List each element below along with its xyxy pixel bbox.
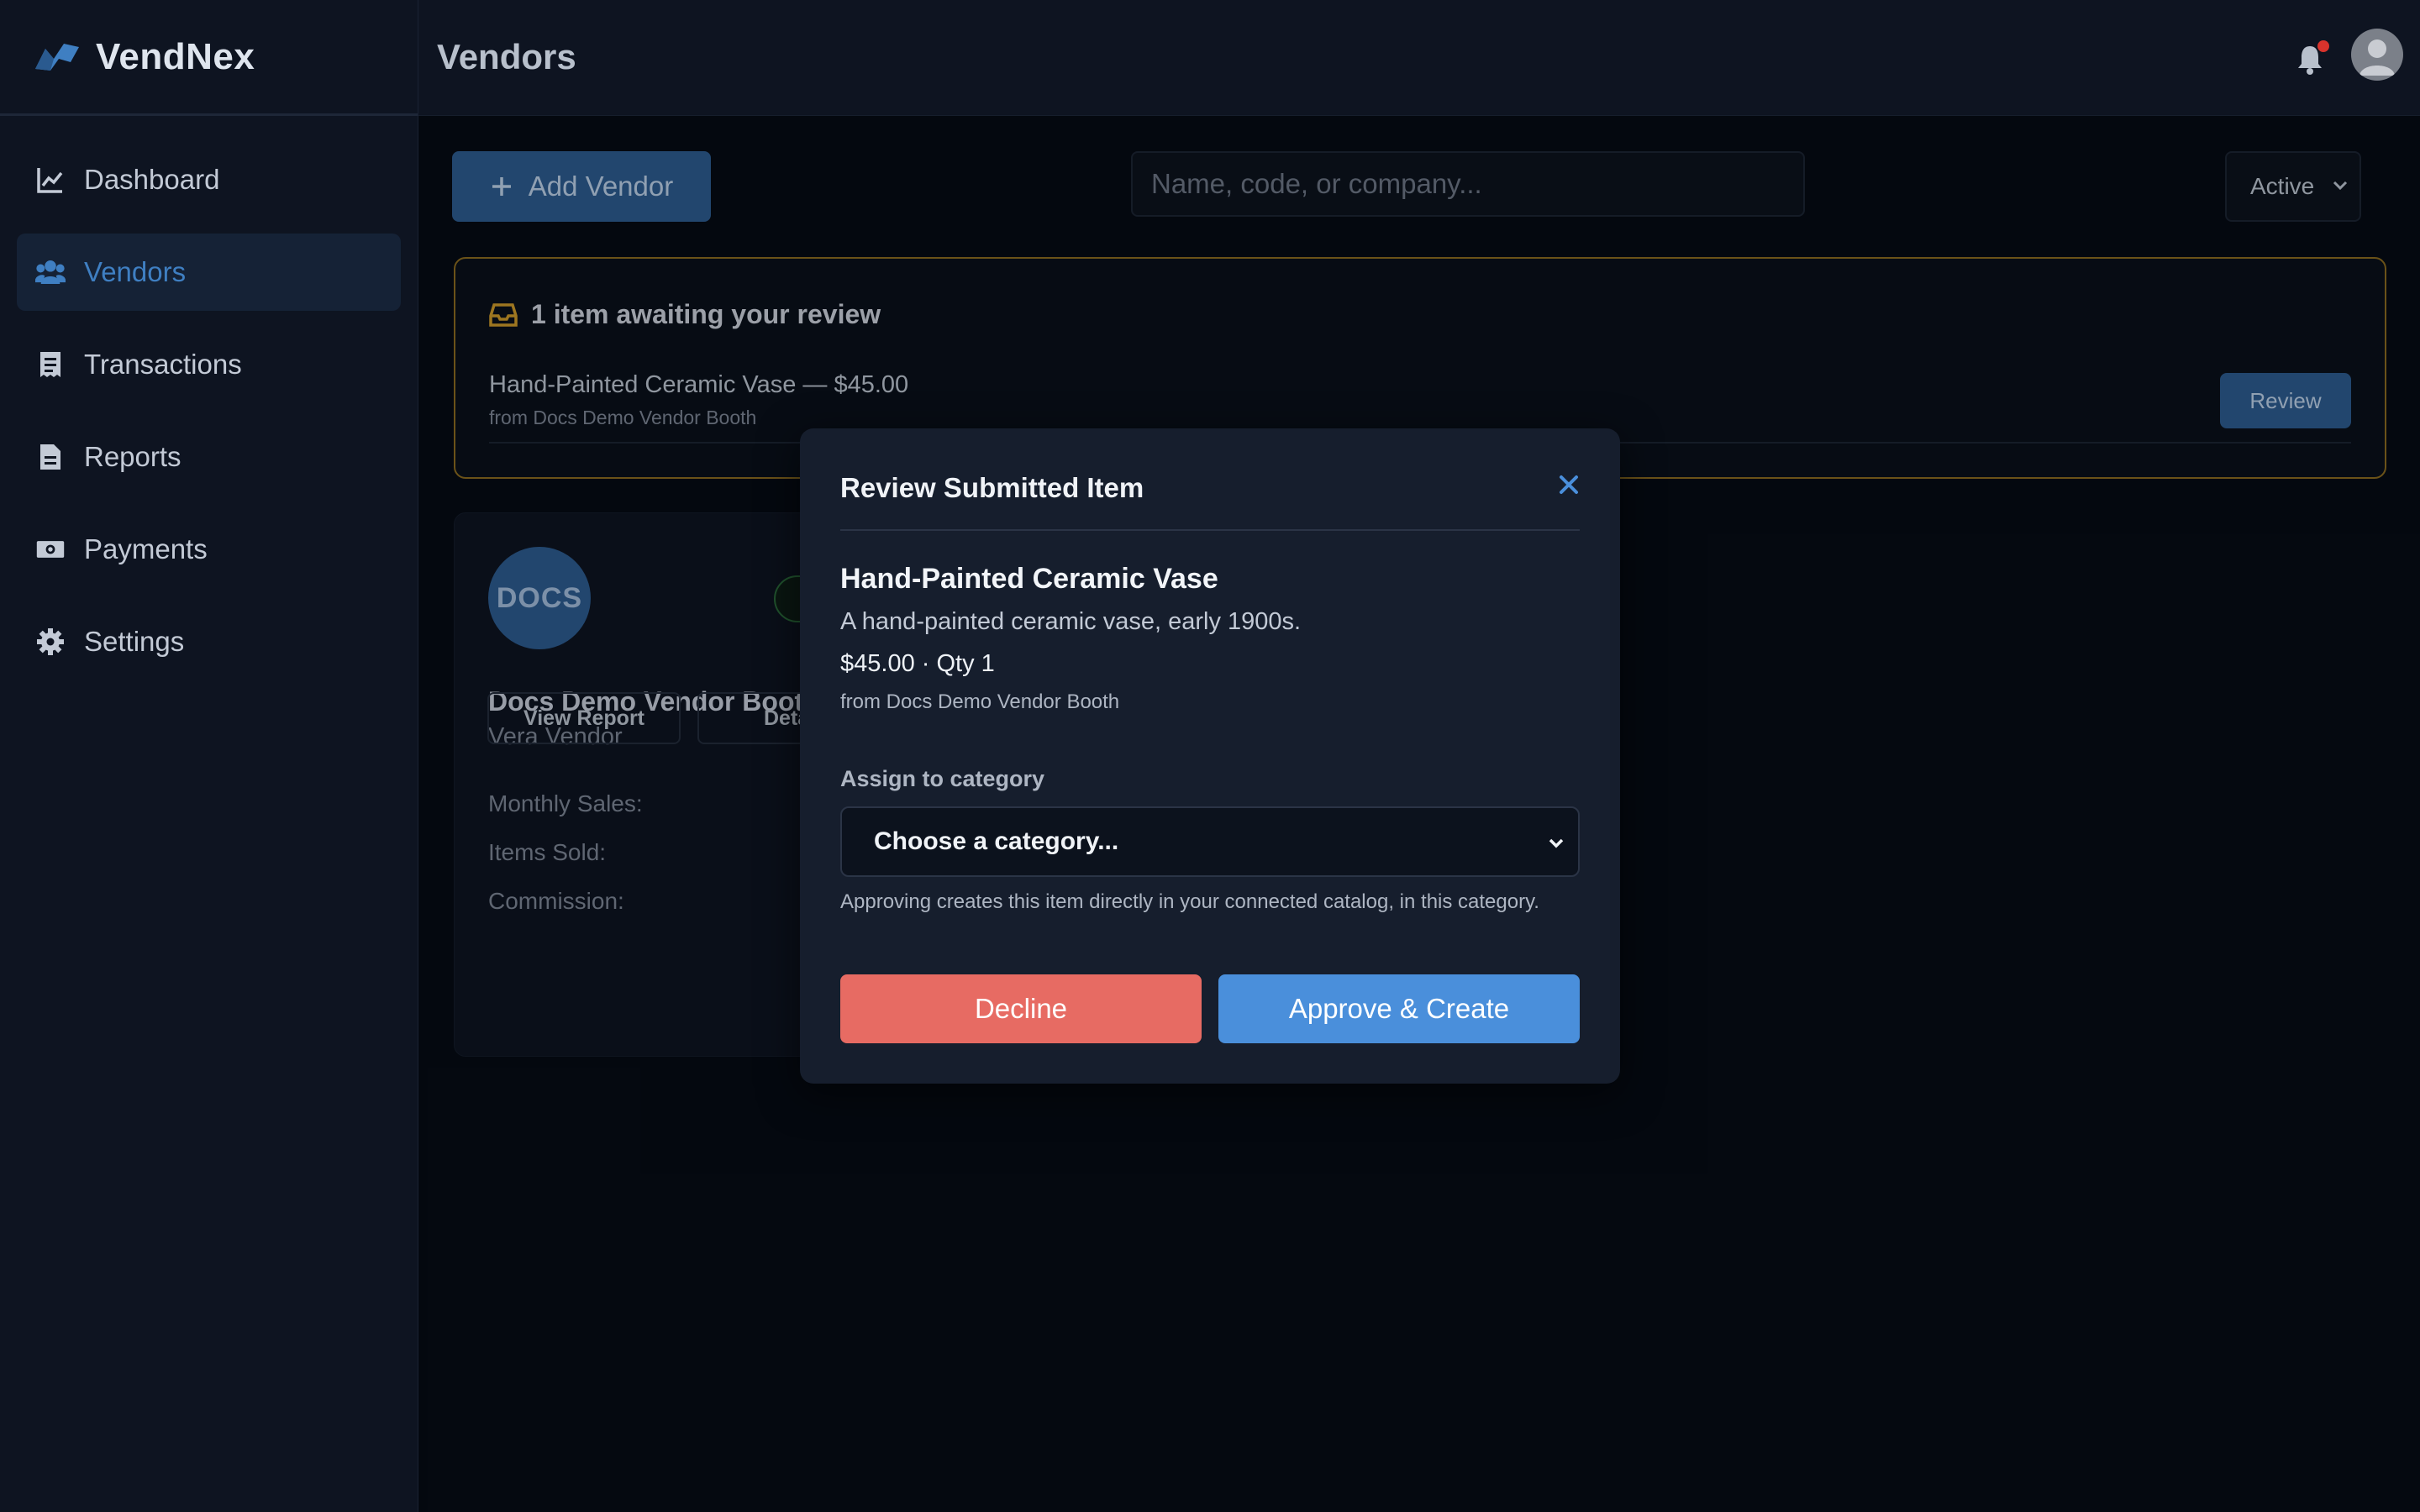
sidebar: VendNex Dashboard Vendors Transactions R… xyxy=(0,0,418,1512)
sidebar-item-dashboard[interactable]: Dashboard xyxy=(17,141,401,218)
users-icon xyxy=(35,257,66,287)
brand-logo-icon xyxy=(35,43,79,71)
sidebar-item-label: Reports xyxy=(84,441,182,472)
sidebar-item-label: Dashboard xyxy=(84,164,220,195)
modal-title: Review Submitted Item xyxy=(840,472,1144,503)
sidebar-item-label: Vendors xyxy=(84,256,187,287)
money-icon xyxy=(35,534,66,564)
sidebar-item-label: Payments xyxy=(84,533,208,564)
notification-dot xyxy=(2317,40,2329,52)
top-bar: Vendors xyxy=(418,0,2420,116)
approve-create-button[interactable]: Approve & Create xyxy=(1218,974,1580,1043)
sidebar-item-label: Settings xyxy=(84,626,185,657)
review-item-modal: Review Submitted Item Hand-Painted Ceram… xyxy=(800,428,1620,1084)
chart-line-icon xyxy=(35,165,66,195)
sidebar-item-vendors[interactable]: Vendors xyxy=(17,234,401,311)
decline-button[interactable]: Decline xyxy=(840,974,1202,1043)
divider xyxy=(840,529,1580,531)
gear-icon xyxy=(35,627,66,657)
sidebar-item-settings[interactable]: Settings xyxy=(17,603,401,680)
user-avatar-icon xyxy=(2360,39,2395,76)
category-label: Assign to category xyxy=(840,766,1045,791)
category-select[interactable]: Choose a category... xyxy=(840,806,1580,877)
document-icon xyxy=(35,442,66,472)
chevron-down-icon xyxy=(1549,838,1564,848)
sidebar-item-reports[interactable]: Reports xyxy=(17,418,401,496)
app-name: VendNex xyxy=(96,35,255,77)
item-price: $45.00 · Qty 1 xyxy=(840,650,995,677)
item-description: A hand-painted ceramic vase, early 1900s… xyxy=(840,608,1302,635)
sidebar-item-transactions[interactable]: Transactions xyxy=(17,326,401,403)
receipt-icon xyxy=(35,349,66,380)
avatar[interactable] xyxy=(2351,29,2403,81)
item-vendor: from Docs Demo Vendor Booth xyxy=(840,690,1120,713)
sidebar-item-payments[interactable]: Payments xyxy=(17,511,401,588)
item-name: Hand-Painted Ceramic Vase xyxy=(840,563,1218,595)
category-help-text: Approving creates this item directly in … xyxy=(840,890,1539,913)
sidebar-nav: Dashboard Vendors Transactions Reports P… xyxy=(0,116,418,680)
brand[interactable]: VendNex xyxy=(0,0,418,116)
sidebar-item-label: Transactions xyxy=(84,349,242,380)
close-icon[interactable] xyxy=(1556,472,1581,497)
category-select-value: Choose a category... xyxy=(874,827,1119,855)
notifications-button[interactable] xyxy=(2296,40,2329,76)
page-title: Vendors xyxy=(437,37,576,76)
